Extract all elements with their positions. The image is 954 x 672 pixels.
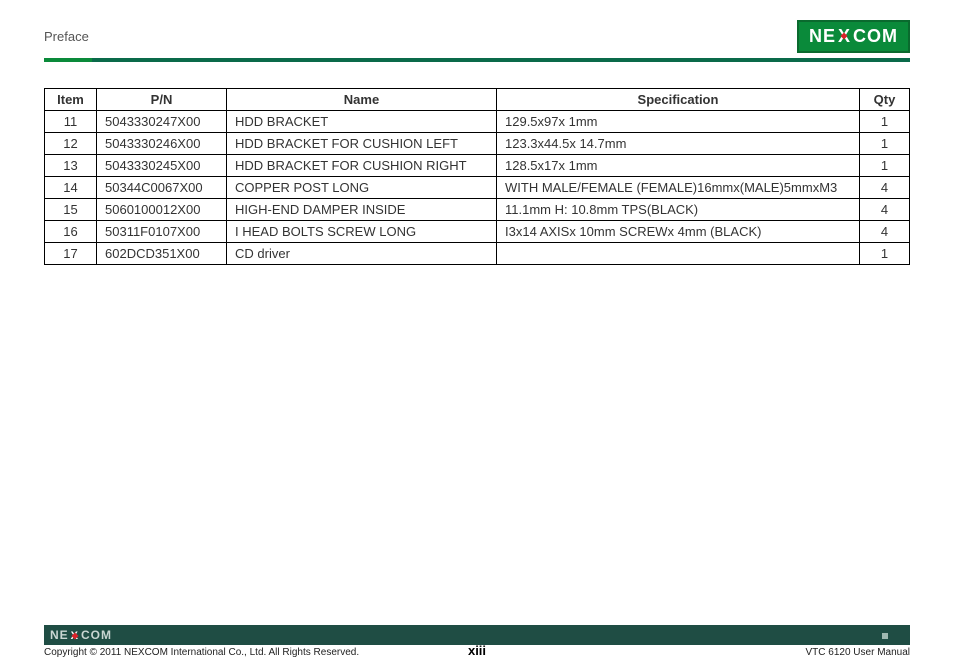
footer-logo-left: NE: [50, 628, 69, 642]
footer-logo-x-icon: X: [69, 630, 81, 642]
cell-item: 16: [45, 221, 97, 243]
page-footer: NEXCOM Copyright © 2011 NEXCOM Internati…: [44, 625, 910, 658]
cell-spec: 123.3x44.5x 14.7mm: [497, 133, 860, 155]
table-row: 1650311F0107X00I HEAD BOLTS SCREW LONGI3…: [45, 221, 910, 243]
parts-table: Item P/N Name Specification Qty 11504333…: [44, 88, 910, 265]
cell-pn: 5043330247X00: [97, 111, 227, 133]
cell-spec: 11.1mm H: 10.8mm TPS(BLACK): [497, 199, 860, 221]
logo-text-left: NE: [809, 26, 836, 47]
footer-copyright: Copyright © 2011 NEXCOM International Co…: [44, 647, 359, 658]
cell-qty: 1: [860, 155, 910, 177]
footer-logo-right: COM: [81, 628, 112, 642]
cell-pn: 50311F0107X00: [97, 221, 227, 243]
cell-qty: 4: [860, 177, 910, 199]
table-row: 115043330247X00HDD BRACKET129.5x97x 1mm1: [45, 111, 910, 133]
page-header: Preface NEXCOM: [44, 18, 910, 54]
footer-decor-icon: [882, 631, 906, 639]
table-row: 1450344C0067X00COPPER POST LONGWITH MALE…: [45, 177, 910, 199]
cell-qty: 4: [860, 199, 910, 221]
cell-pn: 5060100012X00: [97, 199, 227, 221]
cell-spec: 128.5x17x 1mm: [497, 155, 860, 177]
footer-doc-title: VTC 6120 User Manual: [806, 647, 911, 658]
table-row: 125043330246X00HDD BRACKET FOR CUSHION L…: [45, 133, 910, 155]
cell-name: HDD BRACKET: [227, 111, 497, 133]
cell-pn: 50344C0067X00: [97, 177, 227, 199]
col-name: Name: [227, 89, 497, 111]
footer-square-icon: [882, 633, 888, 639]
footer-square-icon: [890, 633, 896, 639]
table-header: Item P/N Name Specification Qty: [45, 89, 910, 111]
cell-name: HDD BRACKET FOR CUSHION LEFT: [227, 133, 497, 155]
table-row: 17602DCD351X00CD driver 1: [45, 243, 910, 265]
logo-x-icon: X: [836, 26, 853, 47]
cell-name: HIGH-END DAMPER INSIDE: [227, 199, 497, 221]
cell-spec: [497, 243, 860, 265]
cell-qty: 1: [860, 133, 910, 155]
cell-name: I HEAD BOLTS SCREW LONG: [227, 221, 497, 243]
cell-qty: 1: [860, 111, 910, 133]
cell-pn: 5043330245X00: [97, 155, 227, 177]
nexcom-logo: NEXCOM: [797, 20, 910, 53]
cell-item: 13: [45, 155, 97, 177]
cell-item: 11: [45, 111, 97, 133]
table-row: 155060100012X00HIGH-END DAMPER INSIDE11.…: [45, 199, 910, 221]
parts-table-container: Item P/N Name Specification Qty 11504333…: [44, 88, 910, 265]
cell-spec: WITH MALE/FEMALE (FEMALE)16mmx(MALE)5mmx…: [497, 177, 860, 199]
cell-item: 14: [45, 177, 97, 199]
document-page: Preface NEXCOM Item P/N Name Specificati…: [0, 0, 954, 672]
cell-pn: 602DCD351X00: [97, 243, 227, 265]
col-pn: P/N: [97, 89, 227, 111]
cell-item: 17: [45, 243, 97, 265]
cell-name: HDD BRACKET FOR CUSHION RIGHT: [227, 155, 497, 177]
nexcom-logo-box: NEXCOM: [797, 20, 910, 53]
col-item: Item: [45, 89, 97, 111]
header-section-title: Preface: [44, 29, 89, 44]
cell-name: CD driver: [227, 243, 497, 265]
footer-bar: NEXCOM: [44, 625, 910, 645]
col-specification: Specification: [497, 89, 860, 111]
page-number: xiii: [468, 643, 486, 658]
table-row: 135043330245X00HDD BRACKET FOR CUSHION R…: [45, 155, 910, 177]
cell-qty: 1: [860, 243, 910, 265]
header-rule-accent: [44, 58, 92, 62]
cell-pn: 5043330246X00: [97, 133, 227, 155]
cell-spec: 129.5x97x 1mm: [497, 111, 860, 133]
footer-square-icon: [898, 631, 906, 639]
cell-qty: 4: [860, 221, 910, 243]
header-rule: [44, 58, 910, 64]
cell-name: COPPER POST LONG: [227, 177, 497, 199]
cell-item: 15: [45, 199, 97, 221]
col-qty: Qty: [860, 89, 910, 111]
cell-item: 12: [45, 133, 97, 155]
table-body: 115043330247X00HDD BRACKET129.5x97x 1mm1…: [45, 111, 910, 265]
cell-spec: I3x14 AXISx 10mm SCREWx 4mm (BLACK): [497, 221, 860, 243]
footer-meta: Copyright © 2011 NEXCOM International Co…: [44, 647, 910, 658]
footer-nexcom-logo: NEXCOM: [44, 628, 118, 642]
logo-text-right: COM: [853, 26, 898, 47]
